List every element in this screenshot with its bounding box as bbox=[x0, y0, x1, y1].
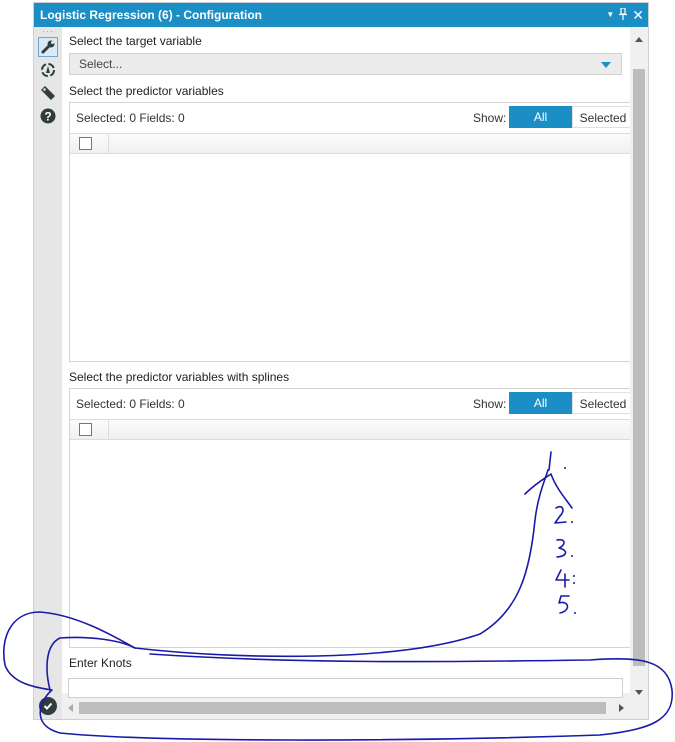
spline-show-selected-button[interactable]: Selected bbox=[572, 392, 630, 414]
enter-knots-input[interactable] bbox=[68, 678, 623, 698]
connection-icon[interactable] bbox=[38, 60, 58, 80]
spline-variables-list[interactable]: Selected: 0 Fields: 0 Show: All Selected bbox=[69, 388, 630, 648]
predictor-show-label: Show: bbox=[473, 111, 507, 125]
target-variable-label: Select the target variable bbox=[69, 34, 202, 48]
vertical-scrollbar[interactable] bbox=[630, 27, 648, 695]
predictor-show-all-button[interactable]: All bbox=[509, 106, 572, 128]
horizontal-scroll-thumb[interactable] bbox=[79, 702, 606, 714]
spline-select-all-checkbox[interactable] bbox=[79, 423, 92, 436]
enter-knots-label: Enter Knots bbox=[69, 656, 132, 670]
configuration-window: Logistic Regression (6) - Configuration … bbox=[33, 2, 649, 720]
scroll-down-icon[interactable] bbox=[635, 690, 643, 695]
tag-icon[interactable] bbox=[38, 83, 58, 103]
spline-show-label: Show: bbox=[473, 397, 507, 411]
predictor-status: Selected: 0 Fields: 0 bbox=[76, 111, 185, 125]
predictor-select-all-checkbox[interactable] bbox=[79, 137, 92, 150]
predictor-variables-label: Select the predictor variables bbox=[69, 84, 224, 98]
scroll-right-icon[interactable] bbox=[619, 704, 624, 712]
vertical-scroll-thumb[interactable] bbox=[633, 69, 645, 666]
wrench-icon[interactable] bbox=[38, 37, 58, 57]
column-divider bbox=[108, 420, 109, 439]
predictor-column-header bbox=[70, 134, 630, 154]
spline-status: Selected: 0 Fields: 0 bbox=[76, 397, 185, 411]
config-content: Select the target variable Select... Sel… bbox=[62, 27, 630, 693]
window-title: Logistic Regression (6) - Configuration bbox=[40, 8, 263, 22]
pin-icon[interactable] bbox=[619, 7, 628, 22]
predictor-list-header: Selected: 0 Fields: 0 Show: All Selected bbox=[70, 103, 630, 134]
scroll-up-icon[interactable] bbox=[635, 37, 643, 42]
spline-list-header: Selected: 0 Fields: 0 Show: All Selected bbox=[70, 389, 630, 420]
target-variable-value: Select... bbox=[79, 57, 123, 71]
close-icon[interactable]: ✕ bbox=[632, 8, 644, 22]
spline-variables-label: Select the predictor variables with spli… bbox=[69, 370, 290, 384]
column-divider bbox=[108, 134, 109, 153]
horizontal-scrollbar[interactable] bbox=[62, 700, 630, 716]
title-bar: Logistic Regression (6) - Configuration … bbox=[34, 3, 648, 27]
spline-column-header bbox=[70, 420, 630, 440]
help-icon[interactable]: ? bbox=[38, 106, 58, 126]
predictor-show-selected-button[interactable]: Selected bbox=[572, 106, 630, 128]
scroll-left-icon[interactable] bbox=[68, 704, 73, 712]
spline-show-all-button[interactable]: All bbox=[509, 392, 572, 414]
predictor-variables-list[interactable]: Selected: 0 Fields: 0 Show: All Selected bbox=[69, 102, 630, 362]
dropdown-icon[interactable]: ▼ bbox=[606, 11, 614, 19]
svg-text:?: ? bbox=[44, 110, 51, 124]
chevron-down-icon bbox=[601, 62, 611, 68]
grip-icon: ··· bbox=[42, 26, 54, 36]
target-variable-select[interactable]: Select... bbox=[69, 53, 622, 75]
tool-sidebar: ··· ? bbox=[34, 27, 62, 719]
check-ok-icon bbox=[39, 697, 57, 715]
